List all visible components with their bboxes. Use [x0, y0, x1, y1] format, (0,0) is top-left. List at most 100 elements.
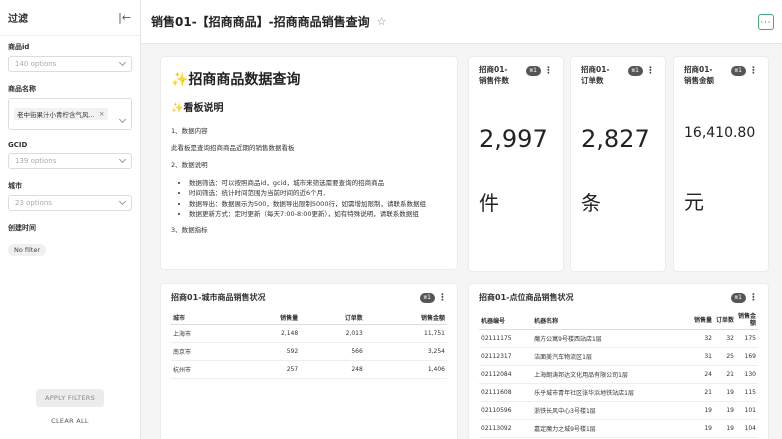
select-placeholder: 140 options [15, 60, 57, 68]
column-header[interactable]: 订单数 [714, 311, 736, 331]
sidebar-title: 过滤 [8, 14, 28, 25]
table-cell: 02112084 [479, 365, 533, 385]
table-cell: 104 [736, 419, 758, 439]
intro-title: ✨招商商品数据查询 [171, 72, 301, 88]
kebab-menu-icon[interactable]: ⋮ [749, 66, 758, 76]
city-sales-table: 城市 销售量 订单数 销售金额 上海市 2,148 2,013 11,751 南… [171, 311, 447, 379]
filter-count-badge[interactable]: ⩸1 [730, 293, 746, 303]
intro-subtitle: ✨看板说明 [171, 103, 224, 114]
table-cell: 19 [714, 401, 736, 421]
list-item: 数据导出：数据展示为500，数据导出限制5000行，如需增加限制，请联系数据组 [189, 199, 447, 209]
table-cell: 杭州市 [171, 360, 236, 379]
table-cell: 257 [235, 360, 301, 379]
selected-tag: 老中街果汁小青柠含气风... × [14, 108, 108, 120]
product-name-multiselect[interactable]: 老中街果汁小青柠含气风... × [8, 98, 132, 130]
metric-title: 招商01- 订单数 [581, 65, 610, 85]
table-cell: 浙铁长风中心3号楼1层 [532, 401, 692, 421]
table-row: 上海市 2,148 2,013 11,751 [171, 324, 447, 343]
filter-count-badge[interactable]: ⩸1 [730, 66, 746, 76]
metric-card-sales-amount: 招商01- 销售金额 ⩸1 ⋮ 16,410.80 元 [673, 56, 769, 272]
apply-filters-button[interactable]: APPLY FILTERS [36, 389, 104, 407]
chevron-down-icon [118, 155, 127, 164]
metric-value: 2,997 [479, 124, 548, 153]
table-cell: 32 [714, 329, 736, 349]
table-cell: 2,148 [235, 324, 301, 343]
no-filter-chip[interactable]: No filter [8, 244, 47, 256]
table-cell: 175 [736, 329, 758, 349]
filter-product-name: 商品名称 老中街果汁小青柠含气风... × [0, 84, 140, 130]
table-cell: 02112317 [479, 347, 533, 367]
point-sales-table-card: 招商01-点位商品销售状况 ⩸1 ⋮ 机器编号 机器名称 销售量 订单数 销售金… [468, 283, 769, 439]
kebab-menu-icon[interactable]: ⋮ [544, 66, 553, 76]
column-header[interactable]: 销售金额 [736, 311, 758, 331]
filter-label: 城市 [8, 182, 22, 190]
chevron-down-icon [118, 197, 127, 206]
table-cell: 上海市 [171, 324, 236, 343]
star-icon[interactable]: ☆ [377, 15, 387, 28]
kebab-menu-icon[interactable]: ⋮ [646, 66, 655, 76]
filter-gcid: GCID 139 options [0, 141, 140, 169]
collapse-sidebar-icon[interactable]: |← [118, 11, 131, 24]
column-header[interactable]: 城市 [171, 311, 236, 325]
metric-unit: 元 [684, 189, 704, 214]
table-row: 南京市 592 566 3,254 [171, 342, 447, 361]
product-id-select[interactable]: 140 options [8, 56, 132, 72]
filter-label: GCID [8, 141, 28, 149]
dashboard-header: 销售01-【招商商品】-招商商品销售查询 ☆ ··· [141, 0, 782, 44]
column-header[interactable]: 订单数 [300, 311, 365, 325]
table-row: 杭州市 257 248 1,406 [171, 360, 447, 379]
city-select[interactable]: 23 options [8, 195, 132, 211]
dashboard-description-card: ✨招商商品数据查询 ✨看板说明 1、数据内容 此看板是查询招商商品近期的销售数据… [160, 56, 458, 270]
table-cell: 248 [300, 360, 365, 379]
select-placeholder: 23 options [15, 199, 52, 207]
gcid-select[interactable]: 139 options [8, 153, 132, 169]
table-cell: 02111175 [479, 329, 533, 349]
remove-tag-icon[interactable]: × [99, 110, 105, 118]
table-cell: 21 [692, 383, 714, 403]
table-cell: 乐乎城市青年社区张华浜地铁站店1层 [532, 383, 692, 403]
table-title: 招商01-点位商品销售状况 [479, 293, 574, 302]
clear-all-button[interactable]: CLEAR ALL [36, 414, 104, 428]
metric-value: 16,410.80 [684, 124, 756, 141]
section-heading: 1、数据内容 [171, 127, 208, 135]
metric-title: 招商01- 销售件数 [479, 65, 509, 85]
column-header[interactable]: 机器编号 [479, 311, 533, 331]
table-cell: 上海朗涛邦达文化用品有限公司1层 [532, 365, 692, 385]
sparkle-icon: ✨ [171, 72, 189, 88]
section-heading: 3、数据指标 [171, 225, 208, 234]
kebab-menu-icon[interactable]: ⋮ [749, 293, 758, 303]
table-cell: 02111608 [479, 383, 533, 403]
column-header[interactable]: 销售量 [235, 311, 301, 325]
more-options-button[interactable]: ··· [758, 14, 774, 30]
metric-title: 招商01- 销售金额 [684, 65, 714, 85]
filter-label: 创建时间 [8, 224, 36, 232]
kebab-menu-icon[interactable]: ⋮ [438, 293, 447, 303]
filter-count-badge[interactable]: ⩸1 [525, 66, 541, 76]
filter-label: 商品名称 [8, 85, 36, 93]
table-cell: 115 [736, 383, 758, 403]
table-title: 招商01-城市商品销售状况 [171, 293, 266, 302]
column-header[interactable]: 销售量 [692, 311, 714, 331]
tag-label: 老中街果汁小青柠含气风... [17, 111, 95, 119]
filter-sidebar: 过滤 |← 商品id 140 options 商品名称 老中街果汁小青柠含气风.… [0, 0, 141, 439]
filter-count-badge[interactable]: ⩸1 [419, 293, 435, 303]
table-cell: 2,013 [300, 324, 365, 343]
column-header[interactable]: 机器名称 [532, 311, 692, 331]
metric-card-order-count: 招商01- 订单数 ⩸1 ⋮ 2,827 条 [570, 56, 666, 272]
table-cell: 3,254 [364, 342, 447, 361]
table-cell: 02113092 [479, 419, 533, 439]
table-row: 02110596 浙铁长风中心3号楼1层 19 19 101 [479, 401, 758, 421]
metric-unit: 条 [581, 190, 601, 215]
table-cell: 101 [736, 401, 758, 421]
list-item: 数据筛选：可以按照商品id，gcid，城市来筛选需要查询的招商商品 [189, 178, 447, 188]
metric-unit: 件 [479, 190, 499, 215]
column-header[interactable]: 销售金额 [364, 311, 447, 325]
section-heading: 2、数据说明 [171, 160, 208, 169]
filter-count-badge[interactable]: ⩸1 [627, 66, 643, 76]
table-cell: 02110596 [479, 401, 533, 421]
sidebar-header: 过滤 |← [0, 0, 140, 36]
table-cell: 32 [692, 329, 714, 349]
table-cell: 19 [714, 383, 736, 403]
select-placeholder: 139 options [15, 157, 57, 165]
filter-city: 城市 23 options [0, 181, 140, 211]
